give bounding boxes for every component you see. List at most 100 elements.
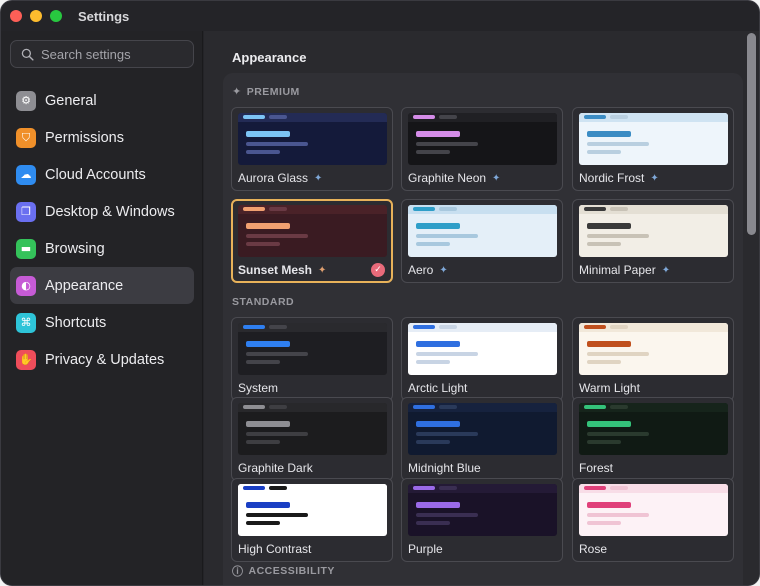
gear-icon: ⚙ xyxy=(16,90,36,111)
preview-tab xyxy=(413,325,435,329)
theme-panel: ✦ PREMIUM STANDARD ⓘ ACCESSIBILITY Aurora Gla… xyxy=(223,73,743,585)
preview-line xyxy=(587,513,649,517)
title-bar: Settings xyxy=(1,1,759,31)
theme-card-aero[interactable]: Aero ✦ xyxy=(401,199,563,283)
preview-tab xyxy=(439,486,457,490)
theme-card-rose[interactable]: Rose xyxy=(572,478,734,562)
theme-card-midnight-blue[interactable]: Midnight Blue xyxy=(401,397,563,481)
zoom-button[interactable] xyxy=(50,10,62,22)
theme-name: Arctic Light xyxy=(408,381,468,395)
theme-label: Graphite Dark xyxy=(238,461,313,475)
sidebar-item-label: Cloud Accounts xyxy=(45,166,146,183)
theme-name: Midnight Blue xyxy=(408,461,481,475)
palette-icon: ◐ xyxy=(16,275,36,296)
sidebar-item-permissions[interactable]: ⛉ Permissions xyxy=(10,119,194,156)
theme-preview xyxy=(238,403,387,455)
sparkle-icon: ✦ xyxy=(650,172,659,184)
sidebar-item-shortcuts[interactable]: ⌘ Shortcuts xyxy=(10,304,194,341)
sidebar-item-general[interactable]: ⚙ General xyxy=(10,82,194,119)
preview-line xyxy=(246,521,280,525)
preview-accent xyxy=(416,131,460,137)
sidebar-item-desktop-windows[interactable]: ❐ Desktop & Windows xyxy=(10,193,194,230)
preview-line xyxy=(246,150,280,154)
sidebar-item-privacy-updates[interactable]: ✋ Privacy & Updates xyxy=(10,341,194,378)
preview-tab xyxy=(269,207,287,211)
preview-line xyxy=(416,242,450,246)
sidebar-item-label: General xyxy=(45,92,97,109)
theme-card-graphite-dark[interactable]: Graphite Dark xyxy=(231,397,393,481)
theme-card-high-contrast[interactable]: High Contrast xyxy=(231,478,393,562)
group-label-premium: ✦ PREMIUM xyxy=(232,85,300,98)
theme-card-aurora-glass[interactable]: Aurora Glass ✦ xyxy=(231,107,393,191)
preview-accent xyxy=(246,131,290,137)
minimize-button[interactable] xyxy=(30,10,42,22)
theme-label: Aurora Glass ✦ xyxy=(238,171,322,185)
preview-tab xyxy=(413,115,435,119)
theme-label: High Contrast xyxy=(238,542,311,556)
theme-name: Graphite Neon xyxy=(408,171,487,185)
sparkle-icon: ✦ xyxy=(439,264,448,276)
theme-card-nordic-frost[interactable]: Nordic Frost ✦ xyxy=(572,107,734,191)
theme-preview xyxy=(408,113,557,165)
theme-card-sunset-mesh[interactable]: Sunset Mesh ✦ ✓ xyxy=(231,199,393,283)
close-button[interactable] xyxy=(10,10,22,22)
preview-tab xyxy=(439,115,457,119)
group-label-text: STANDARD xyxy=(232,296,295,308)
search-box[interactable] xyxy=(10,40,194,68)
preview-line xyxy=(416,150,450,154)
theme-card-minimal-paper[interactable]: Minimal Paper ✦ xyxy=(572,199,734,283)
theme-card-graphite-neon[interactable]: Graphite Neon ✦ xyxy=(401,107,563,191)
preview-accent xyxy=(416,421,460,427)
theme-label: Sunset Mesh ✦ xyxy=(238,263,326,277)
theme-card-warm-light[interactable]: Warm Light xyxy=(572,317,734,401)
theme-name: Graphite Dark xyxy=(238,461,313,475)
preview-tab xyxy=(584,207,606,211)
scrollbar-thumb[interactable] xyxy=(747,33,756,235)
preview-tab xyxy=(269,486,287,490)
hand-icon: ✋ xyxy=(16,349,36,370)
preview-line xyxy=(587,352,649,356)
preview-accent xyxy=(416,502,460,508)
checkmark-icon: ✓ xyxy=(371,263,385,277)
theme-card-system[interactable]: System xyxy=(231,317,393,401)
sidebar-item-appearance[interactable]: ◐ Appearance xyxy=(10,267,194,304)
theme-name: High Contrast xyxy=(238,542,312,556)
group-label-text: ACCESSIBILITY xyxy=(248,565,335,577)
theme-name: Rose xyxy=(579,542,608,556)
theme-name: Aero xyxy=(408,263,434,277)
preview-tab xyxy=(584,325,606,329)
command-icon: ⌘ xyxy=(16,312,36,333)
theme-label: Arctic Light xyxy=(408,381,467,395)
preview-line xyxy=(587,142,649,146)
theme-name: Sunset Mesh xyxy=(238,263,313,277)
theme-label: Aero ✦ xyxy=(408,263,448,277)
preview-accent xyxy=(246,421,290,427)
preview-line xyxy=(587,234,649,238)
preview-line xyxy=(416,360,450,364)
group-label-text: PREMIUM xyxy=(246,85,300,98)
group-label-standard: STANDARD xyxy=(232,296,294,308)
accessibility-icon: ⓘ xyxy=(232,565,244,578)
theme-preview xyxy=(238,205,387,257)
preview-line xyxy=(416,440,450,444)
search-input[interactable] xyxy=(41,46,191,62)
sparkle-icon: ✦ xyxy=(492,172,501,184)
folder-icon: ▬ xyxy=(16,238,36,259)
shield-icon: ⛉ xyxy=(16,127,36,148)
preview-tab xyxy=(610,325,628,329)
theme-card-forest[interactable]: Forest xyxy=(572,397,734,481)
theme-card-purple[interactable]: Purple xyxy=(401,478,563,562)
preview-line xyxy=(246,432,308,436)
preview-accent xyxy=(587,131,631,137)
sidebar-item-cloud-accounts[interactable]: ☁ Cloud Accounts xyxy=(10,156,194,193)
theme-name: Aurora Glass xyxy=(238,171,309,185)
preview-tab xyxy=(610,115,628,119)
preview-line xyxy=(416,234,478,238)
theme-card-arctic-light[interactable]: Arctic Light xyxy=(401,317,563,401)
preview-line xyxy=(587,150,621,154)
preview-accent xyxy=(587,341,631,347)
preview-tab xyxy=(243,207,265,211)
sidebar-item-browsing[interactable]: ▬ Browsing xyxy=(10,230,194,267)
search-icon xyxy=(21,48,34,61)
sidebar-item-label: Browsing xyxy=(45,240,105,257)
